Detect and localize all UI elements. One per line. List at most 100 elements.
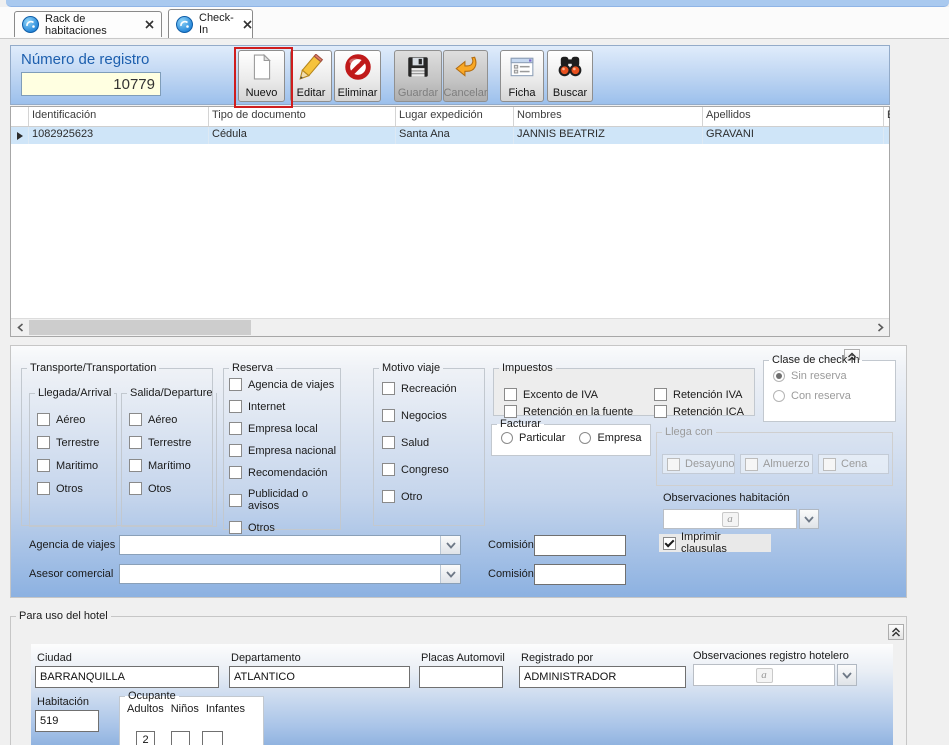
radio-particular[interactable]: Particular — [501, 432, 565, 444]
checkbox-llegada-maritimo[interactable]: Maritimo — [37, 459, 116, 472]
checkbox-motivo-negocios[interactable]: Negocios — [382, 409, 484, 422]
checkbox-retencion-iva[interactable]: Retención IVA — [654, 388, 744, 401]
eliminar-button[interactable]: Eliminar — [334, 50, 381, 102]
ninos-input[interactable] — [171, 731, 190, 745]
cancelar-button[interactable]: Cancelar — [443, 50, 488, 102]
registrado-por-input[interactable] — [519, 666, 686, 688]
checkbox-label: Retención ICA — [673, 406, 744, 418]
button-label: Editar — [297, 87, 326, 99]
combo-value — [120, 536, 440, 554]
checkbox-salida-terrestre[interactable]: Terrestre — [129, 436, 216, 449]
checkbox-salida-aereo[interactable]: Aéreo — [129, 413, 216, 426]
checkbox-llegada-aereo[interactable]: Aéreo — [37, 413, 116, 426]
radio-empresa[interactable]: Empresa — [579, 432, 641, 444]
group-motivo-viaje: Motivo viaje Recreación Negocios Salud C… — [373, 362, 485, 526]
chevron-down-icon[interactable] — [440, 565, 460, 583]
checkbox-retencion-fuente[interactable]: Retención en la fuente — [504, 405, 633, 418]
column-header-nombres[interactable]: Nombres — [514, 107, 703, 126]
group-facturar: Facturar Particular Empresa — [491, 418, 651, 456]
checkbox-label: Almuerzo — [763, 458, 809, 470]
obs-habitacion-combo[interactable]: a — [663, 509, 797, 529]
checkbox-salida-maritimo[interactable]: Marítimo — [129, 459, 216, 472]
column-header-lugar-expedicion[interactable]: Lugar expedición — [396, 107, 514, 126]
obs-habitacion-dropdown-button[interactable] — [799, 509, 819, 529]
checkbox-reserva-otros[interactable]: Otros — [229, 521, 340, 534]
comision-input[interactable] — [534, 535, 626, 556]
checkbox-motivo-congreso[interactable]: Congreso — [382, 463, 484, 476]
checkbox-reserva-recomendacion[interactable]: Recomendación — [229, 466, 340, 479]
group-salida: Salida/Departure Aéreo Terrestre Marítim… — [121, 387, 217, 527]
checkbox-label: Recreación — [401, 383, 457, 395]
chevron-down-icon[interactable] — [440, 536, 460, 554]
infantes-input[interactable] — [202, 731, 223, 745]
departamento-input[interactable] — [229, 666, 410, 688]
close-icon[interactable] — [243, 20, 252, 29]
horizontal-scrollbar[interactable] — [11, 318, 889, 336]
checkbox-motivo-salud[interactable]: Salud — [382, 436, 484, 449]
close-icon[interactable] — [145, 20, 154, 29]
guardar-button[interactable]: Guardar — [394, 50, 442, 102]
tab-check-in[interactable]: Check-In — [168, 9, 253, 38]
radio-con-reserva[interactable]: Con reserva — [773, 390, 895, 402]
obs-registro-dropdown-button[interactable] — [837, 664, 857, 686]
group-reserva: Reserva Agencia de viajes Internet Empre… — [223, 362, 341, 530]
checkbox-label: Terrestre — [148, 437, 191, 449]
buscar-button[interactable]: Buscar — [547, 50, 593, 102]
checkbox-cena[interactable]: Cena — [818, 454, 889, 474]
checkbox-salida-otros[interactable]: Otos — [129, 482, 216, 495]
checkbox-reserva-empresa-local[interactable]: Empresa local — [229, 422, 340, 435]
group-title: Impuestos — [499, 362, 556, 374]
scrollbar-thumb[interactable] — [29, 320, 251, 335]
asesor-comercial-combo[interactable] — [119, 564, 461, 584]
scroll-right-button[interactable] — [872, 320, 888, 335]
table-row[interactable]: 1082925623 Cédula Santa Ana JANNIS BEATR… — [11, 127, 889, 144]
checkbox-motivo-recreacion[interactable]: Recreación — [382, 382, 484, 395]
collapse-section-button[interactable] — [888, 624, 904, 640]
checkbox-excento-iva[interactable]: Excento de IVA — [504, 388, 633, 401]
ficha-button[interactable]: Ficha — [500, 50, 544, 102]
checkbox-reserva-empresa-nacional[interactable]: Empresa nacional — [229, 444, 340, 457]
row-selector-arrow-icon — [17, 132, 23, 140]
checkbox-label: Otros — [56, 483, 83, 495]
checkbox-label: Excento de IVA — [523, 389, 598, 401]
agencia-viajes-combo[interactable] — [119, 535, 461, 555]
checkbox-reserva-internet[interactable]: Internet — [229, 400, 340, 413]
checkin-detail-section: Transporte/Transportation Llegada/Arriva… — [10, 345, 907, 598]
column-header-apellidos[interactable]: Apellidos — [703, 107, 884, 126]
checkbox-label: Congreso — [401, 464, 449, 476]
registro-input[interactable] — [21, 72, 161, 96]
checkbox-reserva-publicidad[interactable]: Publicidad o avisos — [229, 488, 340, 512]
checkbox-motivo-otro[interactable]: Otro — [382, 490, 484, 503]
checkbox-llegada-terrestre[interactable]: Terrestre — [37, 436, 116, 449]
scroll-left-button[interactable] — [12, 320, 28, 335]
checkbox-box — [654, 405, 667, 418]
checkbox-label: Aéreo — [56, 414, 85, 426]
button-label: Ficha — [509, 87, 536, 99]
checkbox-desayuno[interactable]: Desayuno — [662, 454, 735, 474]
comision-input[interactable] — [534, 564, 626, 585]
checkbox-retencion-ica[interactable]: Retención ICA — [654, 405, 744, 418]
column-header-partial[interactable]: E — [884, 107, 890, 126]
column-header-tipo-documento[interactable]: Tipo de documento — [209, 107, 396, 126]
radio-label: Particular — [519, 432, 565, 444]
tab-rack-de-habitaciones[interactable]: Rack de habitaciones — [14, 11, 162, 37]
checkbox-imprimir-clausulas[interactable]: Imprimir clausulas — [659, 534, 771, 552]
adultos-input[interactable] — [136, 731, 155, 745]
editar-button[interactable]: Editar — [290, 50, 332, 102]
group-title: Llega con — [662, 426, 716, 438]
checkbox-label: Internet — [248, 401, 285, 413]
checkbox-almuerzo[interactable]: Almuerzo — [740, 454, 813, 474]
column-header-identificacion[interactable]: Identificación — [29, 107, 209, 126]
comision-label: Comisión — [488, 568, 534, 580]
button-label: Guardar — [398, 87, 438, 99]
checkbox-llegada-otros[interactable]: Otros — [37, 482, 116, 495]
checkbox-box — [37, 482, 50, 495]
obs-registro-combo[interactable]: a — [693, 664, 835, 686]
button-label: Nuevo — [246, 87, 278, 99]
habitacion-input[interactable] — [35, 710, 99, 732]
radio-sin-reserva[interactable]: Sin reserva — [773, 370, 895, 382]
ciudad-input[interactable] — [35, 666, 219, 688]
placas-automovil-input[interactable] — [419, 666, 503, 688]
checkbox-reserva-agencia[interactable]: Agencia de viajes — [229, 378, 340, 391]
nuevo-button[interactable]: Nuevo — [238, 50, 285, 102]
